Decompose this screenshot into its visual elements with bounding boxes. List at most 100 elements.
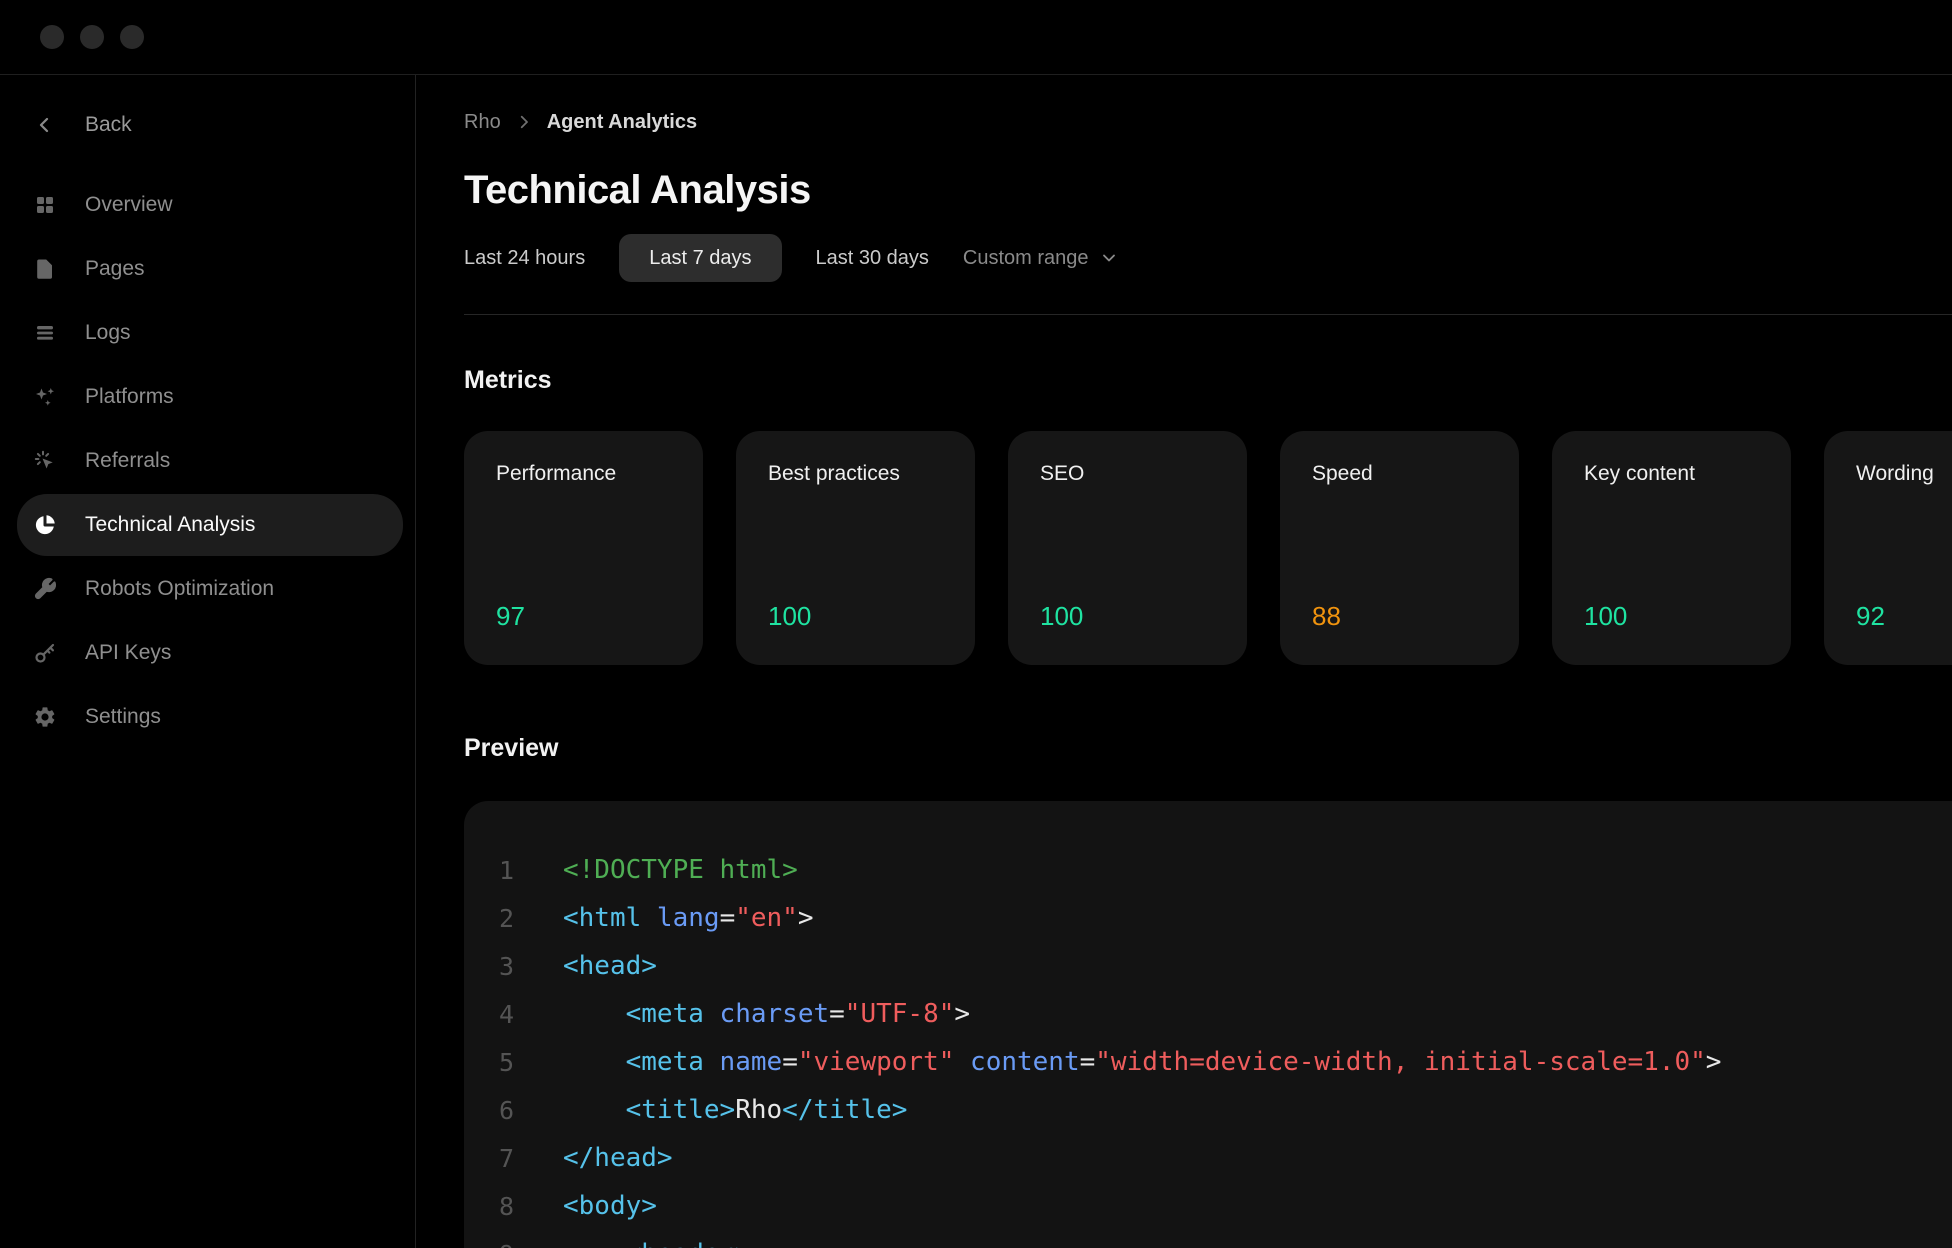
code-line: 8 <body> <box>464 1182 1952 1230</box>
metric-card-seo: SEO 100 <box>1008 431 1247 665</box>
gear-icon <box>33 705 57 729</box>
sidebar-item-label: Platforms <box>85 385 174 409</box>
time-range-tab-custom-range[interactable]: Custom range <box>963 234 1119 282</box>
metric-card-wording: Wording 92 <box>1824 431 1952 665</box>
sidebar-item-robots-optimization[interactable]: Robots Optimization <box>17 558 403 620</box>
traffic-light-buttons <box>40 25 144 49</box>
wrench-icon <box>33 577 57 601</box>
chevron-right-icon <box>515 113 533 131</box>
sidebar-item-label: Pages <box>85 257 145 281</box>
metric-card-performance: Performance 97 <box>464 431 703 665</box>
code-text: </head> <box>563 1143 673 1173</box>
sidebar-item-api-keys[interactable]: API Keys <box>17 622 403 684</box>
sidebar: Back Overview Pages Logs Platforms Refer… <box>0 75 416 1248</box>
code-line: 9 <header> <box>464 1230 1952 1248</box>
window-zoom-button[interactable] <box>120 25 144 49</box>
metric-card-speed: Speed 88 <box>1280 431 1519 665</box>
file-icon <box>33 257 57 281</box>
page-title: Technical Analysis <box>464 165 1952 215</box>
metric-card-value: 100 <box>768 601 943 632</box>
time-range-tab-last-24-hours[interactable]: Last 24 hours <box>464 234 585 282</box>
sidebar-item-label: Robots Optimization <box>85 577 274 601</box>
time-range-tab-label: Custom range <box>963 247 1089 270</box>
time-range-tab-label: Last 30 days <box>816 247 929 270</box>
sidebar-item-settings[interactable]: Settings <box>17 686 403 748</box>
sidebar-item-label: Referrals <box>85 449 170 473</box>
line-number: 5 <box>464 1048 514 1077</box>
tabs-divider <box>464 314 1952 315</box>
line-number: 1 <box>464 856 514 885</box>
code-text: <meta name="viewport" content="width=dev… <box>563 1047 1721 1077</box>
code-line: 4 <meta charset="UTF-8"> <box>464 990 1952 1038</box>
metric-card-key-content: Key content 100 <box>1552 431 1791 665</box>
window-close-button[interactable] <box>40 25 64 49</box>
line-number: 2 <box>464 904 514 933</box>
window-minimize-button[interactable] <box>80 25 104 49</box>
sidebar-item-label: Settings <box>85 705 161 729</box>
metric-card-value: 97 <box>496 601 671 632</box>
metric-card-label: Wording <box>1856 462 1952 486</box>
metric-card-label: Best practices <box>768 462 943 486</box>
sidebar-nav: Overview Pages Logs Platforms Referrals … <box>17 174 403 748</box>
sidebar-item-overview[interactable]: Overview <box>17 174 403 236</box>
back-button[interactable]: Back <box>17 94 403 156</box>
chevron-left-icon <box>33 113 57 137</box>
sidebar-item-label: API Keys <box>85 641 171 665</box>
pie-chart-icon <box>33 513 57 537</box>
sidebar-item-pages[interactable]: Pages <box>17 238 403 300</box>
sidebar-item-label: Technical Analysis <box>85 513 255 537</box>
line-number: 4 <box>464 1000 514 1029</box>
metric-card-value: 88 <box>1312 601 1487 632</box>
key-icon <box>33 641 57 665</box>
metric-card-value: 100 <box>1040 601 1215 632</box>
code-line: 5 <meta name="viewport" content="width=d… <box>464 1038 1952 1086</box>
sparkles-icon <box>33 385 57 409</box>
code-text: <html lang="en"> <box>563 903 814 933</box>
code-text: <header> <box>563 1239 751 1248</box>
breadcrumb-root[interactable]: Rho <box>464 111 501 134</box>
line-number: 9 <box>464 1240 514 1248</box>
back-label: Back <box>85 113 132 137</box>
metric-card-label: SEO <box>1040 462 1215 486</box>
main-content: Rho Agent Analytics Technical Analysis L… <box>416 75 1952 1248</box>
metric-card-best-practices: Best practices 100 <box>736 431 975 665</box>
time-range-tab-last-7-days[interactable]: Last 7 days <box>619 234 781 282</box>
code-line: 3 <head> <box>464 942 1952 990</box>
preview-heading: Preview <box>464 733 1952 764</box>
code-line: 7 </head> <box>464 1134 1952 1182</box>
metric-card-label: Performance <box>496 462 671 486</box>
code-line: 6 <title>Rho</title> <box>464 1086 1952 1134</box>
line-number: 6 <box>464 1096 514 1125</box>
metrics-heading: Metrics <box>464 365 1952 396</box>
code-text: <head> <box>563 951 657 981</box>
metric-card-label: Key content <box>1584 462 1759 486</box>
line-number: 7 <box>464 1144 514 1173</box>
code-text: <title>Rho</title> <box>563 1095 907 1125</box>
code-text: <!DOCTYPE html> <box>563 855 798 885</box>
sidebar-item-platforms[interactable]: Platforms <box>17 366 403 428</box>
chevron-down-icon <box>1099 248 1119 268</box>
sidebar-item-technical-analysis[interactable]: Technical Analysis <box>17 494 403 556</box>
sidebar-item-label: Logs <box>85 321 131 345</box>
sidebar-item-logs[interactable]: Logs <box>17 302 403 364</box>
time-range-tab-label: Last 7 days <box>649 247 751 270</box>
list-icon <box>33 321 57 345</box>
code-line: 1 <!DOCTYPE html> <box>464 846 1952 894</box>
code-text: <body> <box>563 1191 657 1221</box>
metric-card-value: 92 <box>1856 601 1952 632</box>
metric-card-value: 100 <box>1584 601 1759 632</box>
cursor-click-icon <box>33 449 57 473</box>
sidebar-item-referrals[interactable]: Referrals <box>17 430 403 492</box>
code-line: 2 <html lang="en"> <box>464 894 1952 942</box>
line-number: 8 <box>464 1192 514 1221</box>
app-window: Back Overview Pages Logs Platforms Refer… <box>0 0 1952 1248</box>
window-titlebar <box>0 0 1952 75</box>
code-preview-panel: 1 <!DOCTYPE html> 2 <html lang="en"> 3 <… <box>464 801 1952 1248</box>
grid-icon <box>33 193 57 217</box>
line-number: 3 <box>464 952 514 981</box>
metric-cards: Performance 97 Best practices 100 SEO 10… <box>464 431 1952 665</box>
time-range-tab-last-30-days[interactable]: Last 30 days <box>816 234 929 282</box>
time-range-tabs: Last 24 hours Last 7 days Last 30 days C… <box>464 234 1952 282</box>
metric-card-label: Speed <box>1312 462 1487 486</box>
breadcrumb: Rho Agent Analytics <box>464 109 1952 135</box>
